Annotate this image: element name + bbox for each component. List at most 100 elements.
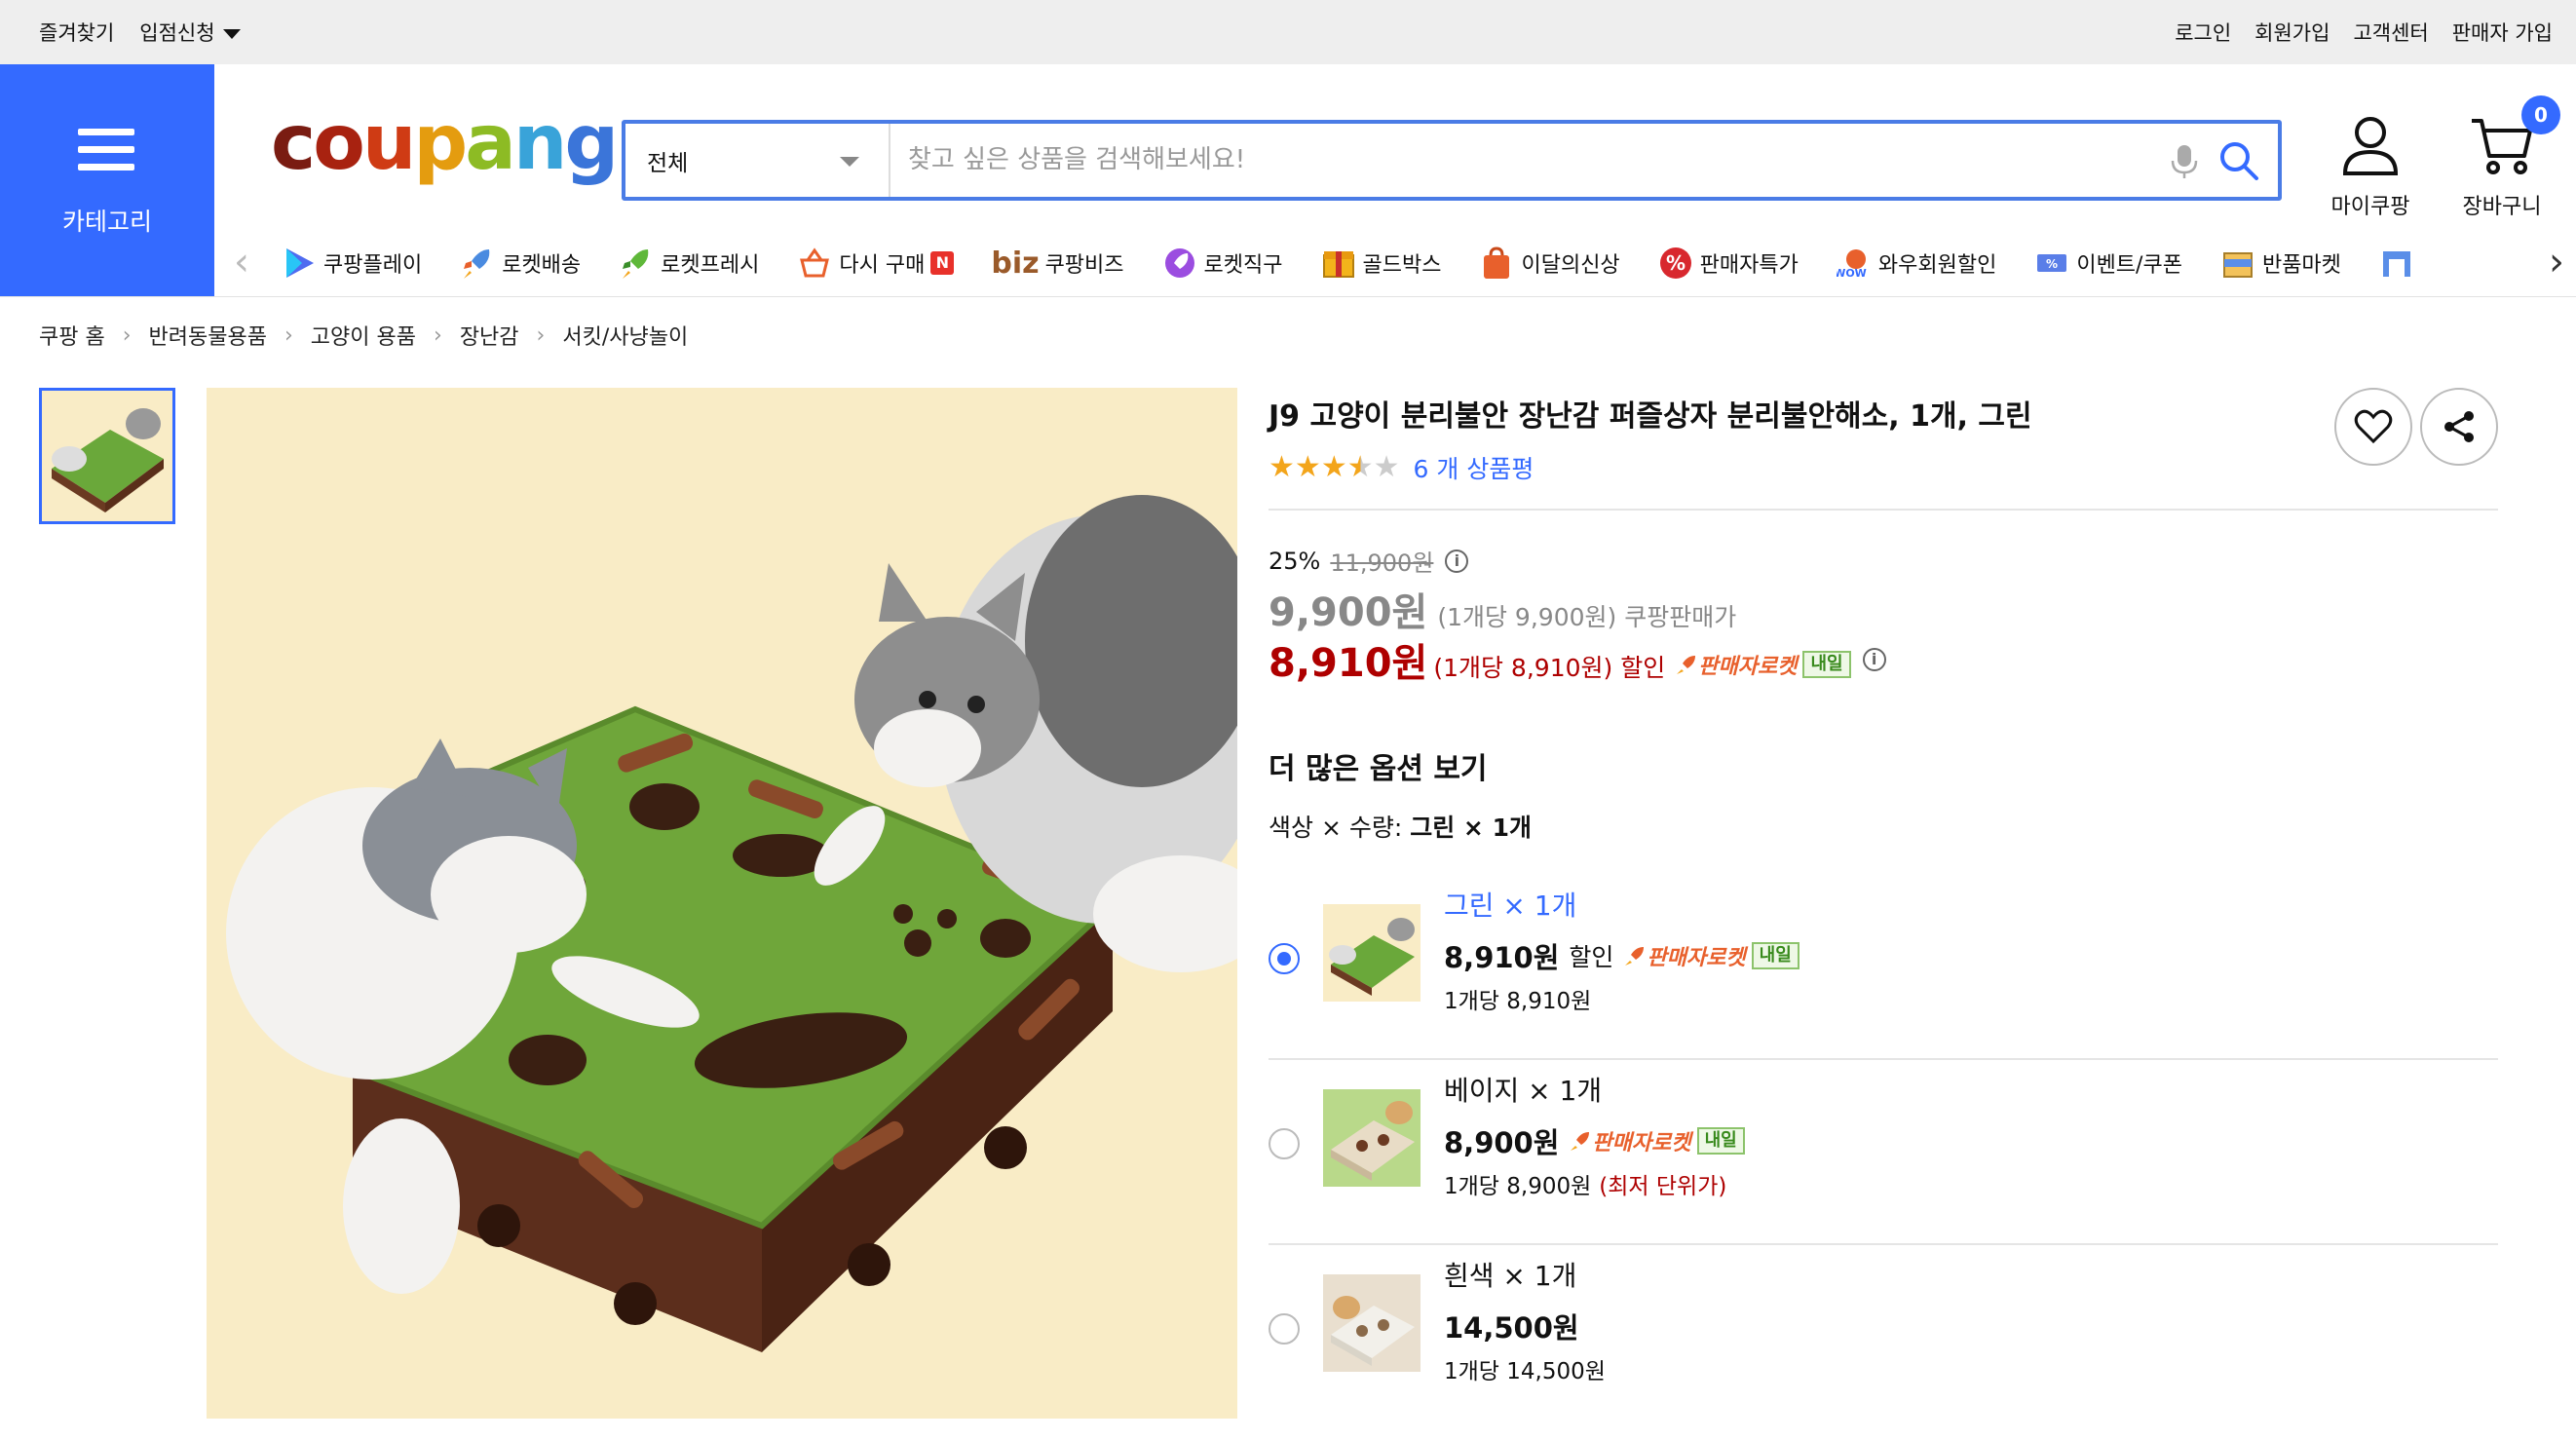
global-rocket-icon [1161, 245, 1198, 282]
category-menu-button[interactable]: 카테고리 [0, 64, 214, 296]
seller-rocket-badge: 판매자로켓 내일 [1675, 649, 1851, 680]
microphone-icon[interactable] [2165, 141, 2204, 180]
bookmark-link[interactable]: 즐겨찾기 [39, 18, 114, 47]
breadcrumb-item[interactable]: 고양이 용품 [311, 320, 416, 351]
option-price: 8,900원 [1444, 1126, 1560, 1159]
hamburger-icon [78, 129, 134, 181]
tomorrow-badge: 내일 [1696, 1127, 1745, 1155]
caret-down-icon [222, 29, 241, 39]
option-name: 흰색 × 1개 [1444, 1260, 1577, 1292]
search-category-select[interactable]: 전체 [625, 124, 890, 197]
goldbox-icon [1320, 245, 1357, 282]
nav-item-more[interactable] [2378, 245, 2421, 282]
nav-item-label: 와우회원할인 [1877, 253, 1997, 278]
wishlist-button[interactable] [2334, 388, 2412, 466]
nav-item-label: 다시 구매 [839, 253, 926, 278]
seller-rocket-label: 판매자로켓 [1647, 946, 1746, 970]
nav-item-coupang-biz[interactable]: biz 쿠팡비즈 [991, 246, 1123, 281]
category-label: 카테고리 [61, 208, 152, 236]
product-title: J9 고양이 분리불안 장난감 퍼즐상자 분리불안해소, 1개, 그린 [1269, 399, 2032, 434]
chevron-right-icon: › [122, 322, 132, 348]
nav-item-events-coupons[interactable]: % 이벤트/쿠폰 [2033, 245, 2182, 282]
nav-item-rocket-fresh[interactable]: 로켓프레시 [618, 245, 759, 282]
breadcrumb-item[interactable]: 장난감 [460, 320, 519, 351]
nav-next-arrow-icon[interactable]: › [2549, 243, 2564, 282]
selected-option-label: 색상 × 수량: [1269, 814, 1403, 842]
share-button[interactable] [2420, 388, 2498, 466]
coupang-price-row: 9,900원 (1개당 9,900원) 쿠팡판매가 [1269, 581, 1736, 637]
nav-item-label: 이벤트/쿠폰 [2076, 253, 2182, 278]
sale-price: 8,910원 [1269, 641, 1428, 686]
seller-signup-link[interactable]: 판매자 가입 [2452, 18, 2553, 47]
option-unit-price: 1개당 14,500원 [1444, 1359, 1606, 1384]
coupang-logo[interactable]: coupang [271, 105, 619, 181]
info-divider [1269, 509, 2498, 511]
search-category-value: 전체 [647, 150, 689, 176]
signup-link[interactable]: 회원가입 [2254, 18, 2330, 47]
option-divider [1269, 1243, 2498, 1245]
tomorrow-badge: 내일 [1802, 651, 1851, 678]
search-input[interactable] [908, 137, 2077, 182]
seller-rocket-label: 판매자로켓 [1698, 655, 1798, 679]
breadcrumb-item[interactable]: 반려동물용품 [149, 320, 267, 351]
search-bar: 전체 [622, 120, 2282, 201]
mycoupang-button[interactable]: 마이쿠팡 [2307, 115, 2434, 220]
star-full-icon: ★ [1269, 450, 1295, 484]
chevron-down-icon [840, 157, 859, 167]
nav-item-wow-discount[interactable]: WOW 와우회원할인 [1836, 245, 1996, 282]
star-full-icon: ★ [1294, 450, 1321, 484]
breadcrumb-item[interactable]: 쿠팡 홈 [39, 320, 105, 351]
option-unit-price: 1개당 8,900원 [1444, 1174, 1592, 1199]
user-icon [2342, 117, 2399, 175]
nav-item-seller-deal[interactable]: % 판매자특가 [1657, 245, 1799, 282]
review-count-link[interactable]: 6 개 상품평 [1414, 450, 1534, 485]
nav-item-new-this-month[interactable]: 이달의신상 [1478, 245, 1620, 282]
seller-rocket-badge: 판매자로켓 내일 [1569, 1125, 1745, 1156]
nav-item-label: 로켓직구 [1203, 253, 1283, 278]
option-item[interactable]: 베이지 × 1개 8,900원 판매자로켓 내일 1개당 8,900원 (최저 단… [1269, 1062, 2498, 1245]
option-item[interactable]: 그린 × 1개 8,910원 할인 판매자로켓 내일 1개당 8,910원 [1269, 877, 2498, 1060]
option-price: 8,910원 [1444, 941, 1560, 974]
customer-center-link[interactable]: 고객센터 [2353, 18, 2428, 47]
chevron-right-icon: › [536, 322, 546, 348]
seller-apply-dropdown[interactable]: 입점신청 [139, 18, 241, 47]
wow-icon: WOW [1836, 245, 1873, 282]
shortcut-nav: ‹ 쿠팡플레이 로켓배송 로켓프레시 다시 구매 N biz 쿠팡비즈 로켓직구 [214, 230, 2576, 296]
new-badge: N [930, 251, 955, 275]
sale-box-icon [2219, 245, 2256, 282]
product-thumbnail[interactable] [39, 388, 175, 524]
svg-text:%: % [2046, 257, 2058, 271]
nav-item-label: 로켓배송 [502, 253, 582, 278]
info-icon[interactable]: i [1445, 549, 1469, 573]
option-radio[interactable] [1269, 943, 1300, 974]
biz-icon: biz [991, 246, 1040, 281]
login-link[interactable]: 로그인 [2175, 18, 2231, 47]
nav-item-rocket-global[interactable]: 로켓직구 [1161, 245, 1283, 282]
star-half-icon: ★ [1346, 450, 1374, 484]
breadcrumb-item[interactable]: 서킷/사냥놀이 [562, 320, 688, 351]
new-bag-icon [1478, 245, 1515, 282]
nav-item-rocket-delivery[interactable]: 로켓배송 [459, 245, 581, 282]
nav-prev-arrow-icon[interactable]: ‹ [234, 243, 249, 282]
nav-item-buy-again[interactable]: 다시 구매 N [796, 245, 955, 282]
info-icon[interactable]: i [1862, 648, 1886, 671]
cart-label: 장바구니 [2462, 195, 2542, 219]
rocket-fresh-icon [618, 245, 655, 282]
seller-rocket-label: 판매자로켓 [1592, 1131, 1691, 1156]
original-price: 11,900원 [1330, 549, 1434, 577]
rocket-icon [1677, 656, 1696, 674]
nav-item-coupang-play[interactable]: 쿠팡플레이 [281, 245, 422, 282]
option-item[interactable]: 흰색 × 1개 14,500원 1개당 14,500원 [1269, 1247, 2498, 1430]
store-icon [2378, 245, 2415, 282]
option-radio[interactable] [1269, 1128, 1300, 1159]
nav-item-label: 골드박스 [1362, 253, 1442, 278]
product-main-image[interactable] [207, 388, 1237, 1419]
option-radio[interactable] [1269, 1313, 1300, 1345]
nav-item-return-market[interactable]: 반품마켓 [2219, 245, 2341, 282]
nav-item-goldbox[interactable]: 골드박스 [1320, 245, 1442, 282]
search-icon[interactable] [2217, 139, 2260, 182]
coupang-price-label: 쿠팡판매가 [1624, 603, 1737, 631]
option-price: 14,500원 [1444, 1311, 1579, 1345]
heart-icon [2354, 409, 2393, 444]
cart-count-badge: 0 [2521, 95, 2560, 134]
